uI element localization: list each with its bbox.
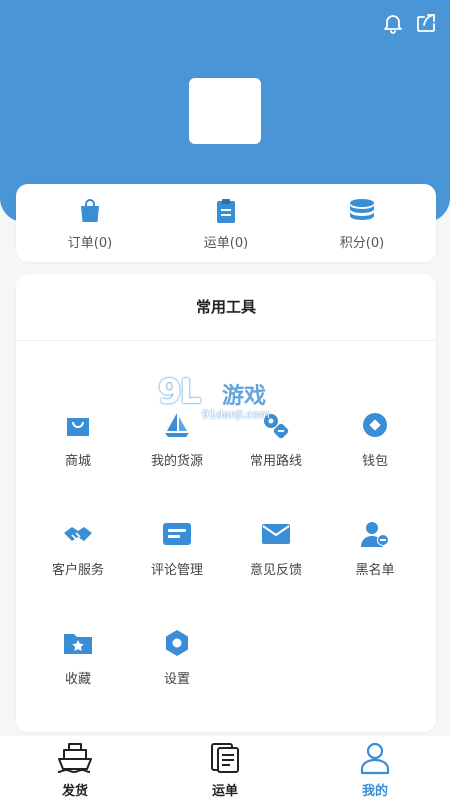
shopping-bag-icon bbox=[61, 408, 95, 442]
tool-label: 我的货源 bbox=[150, 454, 203, 469]
bottom-tab-bar: 发货 运单 我的 bbox=[0, 736, 450, 800]
stat-points[interactable]: 积分(0) bbox=[302, 196, 422, 262]
stat-label: 运单(0) bbox=[203, 236, 249, 251]
divider bbox=[16, 340, 436, 341]
tab-label: 发货 bbox=[61, 784, 88, 799]
coin-stack-icon bbox=[347, 196, 377, 226]
document-list-icon bbox=[205, 740, 245, 776]
stat-orders[interactable]: 订单(0) bbox=[30, 196, 150, 262]
tab-ship[interactable]: 发货 bbox=[0, 740, 150, 799]
gear-icon bbox=[160, 626, 194, 660]
handshake-icon bbox=[61, 517, 95, 551]
tools-title: 常用工具 bbox=[195, 298, 256, 316]
tool-label: 黑名单 bbox=[355, 563, 395, 578]
watermark-name: 游戏 bbox=[222, 384, 267, 409]
tool-label: 客户服务 bbox=[51, 563, 104, 578]
tab-waybill[interactable]: 运单 bbox=[150, 740, 300, 799]
tool-label: 设置 bbox=[163, 672, 190, 687]
tool-comment-management[interactable]: 评论管理 bbox=[127, 517, 227, 578]
stat-waybills[interactable]: 运单(0) bbox=[166, 196, 286, 262]
user-block-icon bbox=[358, 517, 392, 551]
watermark-brand: 9L bbox=[158, 372, 201, 412]
tool-label: 收藏 bbox=[64, 672, 91, 687]
tool-label: 商城 bbox=[64, 454, 91, 469]
tool-label: 意见反馈 bbox=[249, 563, 302, 578]
tool-settings[interactable]: 设置 bbox=[127, 626, 227, 687]
stat-label: 订单(0) bbox=[67, 236, 113, 251]
share-icon[interactable] bbox=[413, 10, 439, 36]
watermark-url: 91danji.com bbox=[202, 408, 270, 421]
tools-card: 常用工具 商城 我的货源 常用路线 钱包 客户服务 评论管理 意见反馈 黑名单 … bbox=[16, 274, 436, 732]
mail-icon bbox=[259, 517, 293, 551]
tool-mall[interactable]: 商城 bbox=[28, 408, 128, 469]
ship-icon bbox=[55, 740, 95, 776]
wallet-icon bbox=[358, 408, 392, 442]
tab-label: 我的 bbox=[361, 784, 388, 799]
star-folder-icon bbox=[61, 626, 95, 660]
tool-wallet[interactable]: 钱包 bbox=[325, 408, 425, 469]
tool-label: 评论管理 bbox=[150, 563, 203, 578]
comment-icon bbox=[160, 517, 194, 551]
tool-favorites[interactable]: 收藏 bbox=[28, 626, 128, 687]
tool-label: 常用路线 bbox=[249, 454, 302, 469]
bell-icon[interactable] bbox=[380, 10, 406, 36]
user-icon bbox=[355, 740, 395, 776]
stats-card: 订单(0) 运单(0) 积分(0) bbox=[16, 184, 436, 262]
stat-label: 积分(0) bbox=[339, 236, 385, 251]
tab-label: 运单 bbox=[211, 784, 238, 799]
shopping-bag-icon bbox=[75, 196, 105, 226]
tool-feedback[interactable]: 意见反馈 bbox=[226, 517, 326, 578]
tool-blacklist[interactable]: 黑名单 bbox=[325, 517, 425, 578]
clipboard-icon bbox=[211, 196, 241, 226]
tool-customer-service[interactable]: 客户服务 bbox=[28, 517, 128, 578]
tool-label: 钱包 bbox=[361, 454, 388, 469]
tab-mine[interactable]: 我的 bbox=[300, 740, 450, 799]
watermark: 9L 游戏 91danji.com bbox=[158, 372, 298, 428]
avatar[interactable] bbox=[189, 78, 261, 144]
